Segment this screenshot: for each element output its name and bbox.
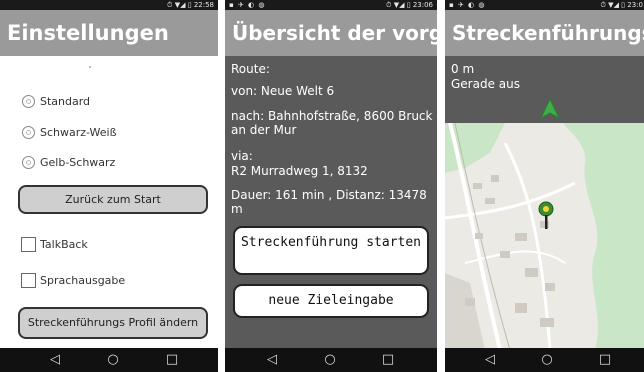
back-nav-icon[interactable]: ◁: [267, 348, 277, 372]
clock: 23:0: [627, 1, 643, 9]
notification-icons: ▪ ✈ ◐ ◍: [229, 1, 266, 9]
checkbox-label: Sprachausgabe: [40, 273, 126, 287]
checkbox-icon: [21, 272, 36, 288]
page-title: Einstellungen: [0, 10, 218, 56]
route-overview-screen: ▪ ✈ ◐ ◍ ⏱ ▼◢ ▯ 23:06 Übersicht der vorg.…: [225, 0, 437, 372]
status-icons: ⏱ ▼◢ ▯: [386, 1, 411, 9]
recents-nav-icon[interactable]: □: [599, 348, 611, 372]
gutter: [437, 0, 445, 372]
route-from: von: Neue Welt 6: [231, 84, 335, 98]
radio-label: Standard: [40, 94, 91, 108]
home-nav-icon[interactable]: ○: [541, 348, 552, 372]
page-title: Übersicht der vorg...: [225, 10, 437, 56]
home-nav-icon[interactable]: ○: [324, 348, 335, 372]
recents-nav-icon[interactable]: □: [166, 348, 178, 372]
back-to-start-button[interactable]: Zurück zum Start: [18, 185, 208, 214]
back-nav-icon[interactable]: ◁: [50, 348, 60, 372]
system-nav-bar: ◁ ○ □: [225, 348, 437, 372]
direction-instruction: Gerade aus: [451, 77, 520, 91]
straight-arrow-icon: [540, 98, 560, 120]
radio-label: Schwarz-Weiß: [40, 125, 117, 139]
status-bar: ⏱ ▼◢ ▯ 22:58: [0, 0, 218, 10]
new-destination-button[interactable]: neue Zieleingabe: [233, 284, 429, 318]
clock: 23:06: [412, 1, 433, 9]
status-icons: ⏱ ▼◢ ▯: [600, 1, 626, 9]
status-icons: ⏱ ▼◢ ▯: [167, 1, 192, 9]
checkbox-sprachausgabe[interactable]: Sprachausgabe: [21, 271, 125, 289]
navigation-screen: ▪ ✈ ◐ ◍ ⏱ ▼◢ ▯ 23:0 Streckenführungs... …: [445, 0, 644, 372]
radio-schwarz-weiss[interactable]: Schwarz-Weiß: [22, 124, 117, 140]
radio-label: Gelb-Schwarz: [40, 155, 116, 169]
back-nav-icon[interactable]: ◁: [485, 348, 495, 372]
route-to: nach: Bahnhofstraße, 8600 Bruck an der M…: [231, 109, 433, 137]
radio-icon: [22, 155, 35, 169]
radio-icon: [22, 94, 35, 108]
route-label: Route:: [231, 62, 270, 76]
radio-standard[interactable]: Standard: [22, 93, 90, 109]
home-nav-icon[interactable]: ○: [107, 348, 118, 372]
map-view[interactable]: [445, 123, 644, 350]
gutter: [218, 0, 225, 372]
checkbox-talkback[interactable]: TalkBack: [21, 235, 88, 253]
status-bar: ▪ ✈ ◐ ◍ ⏱ ▼◢ ▯ 23:06: [225, 0, 437, 10]
settings-screen: ⏱ ▼◢ ▯ 22:58 Einstellungen Standard Schw…: [0, 0, 218, 372]
page-title: Streckenführungs...: [445, 10, 644, 56]
route-duration-distance: Dauer: 161 min , Distanz: 13478 m: [231, 188, 427, 216]
clock: 22:58: [193, 1, 214, 9]
change-profile-button[interactable]: Streckenführungs Profil ändern: [18, 307, 208, 339]
map-canvas: [445, 123, 644, 350]
start-guidance-button[interactable]: Streckenführung starten: [233, 226, 429, 275]
radio-gelb-schwarz[interactable]: Gelb-Schwarz: [22, 154, 115, 170]
distance-to-turn: 0 m: [451, 62, 475, 76]
divider-dot: [89, 66, 91, 68]
notification-icons: ▪ ✈ ◐ ◍: [449, 1, 486, 9]
route-via-label: via:: [231, 149, 253, 163]
route-via: R2 Murradweg 1, 8132: [231, 164, 368, 178]
checkbox-label: TalkBack: [40, 237, 88, 251]
recents-nav-icon[interactable]: □: [382, 348, 394, 372]
location-pin-icon: [538, 201, 554, 229]
radio-icon: [22, 125, 35, 139]
status-bar: ▪ ✈ ◐ ◍ ⏱ ▼◢ ▯ 23:0: [445, 0, 644, 10]
system-nav-bar: ◁ ○ □: [445, 348, 644, 372]
checkbox-icon: [21, 236, 36, 252]
system-nav-bar: ◁ ○ □: [0, 348, 218, 372]
